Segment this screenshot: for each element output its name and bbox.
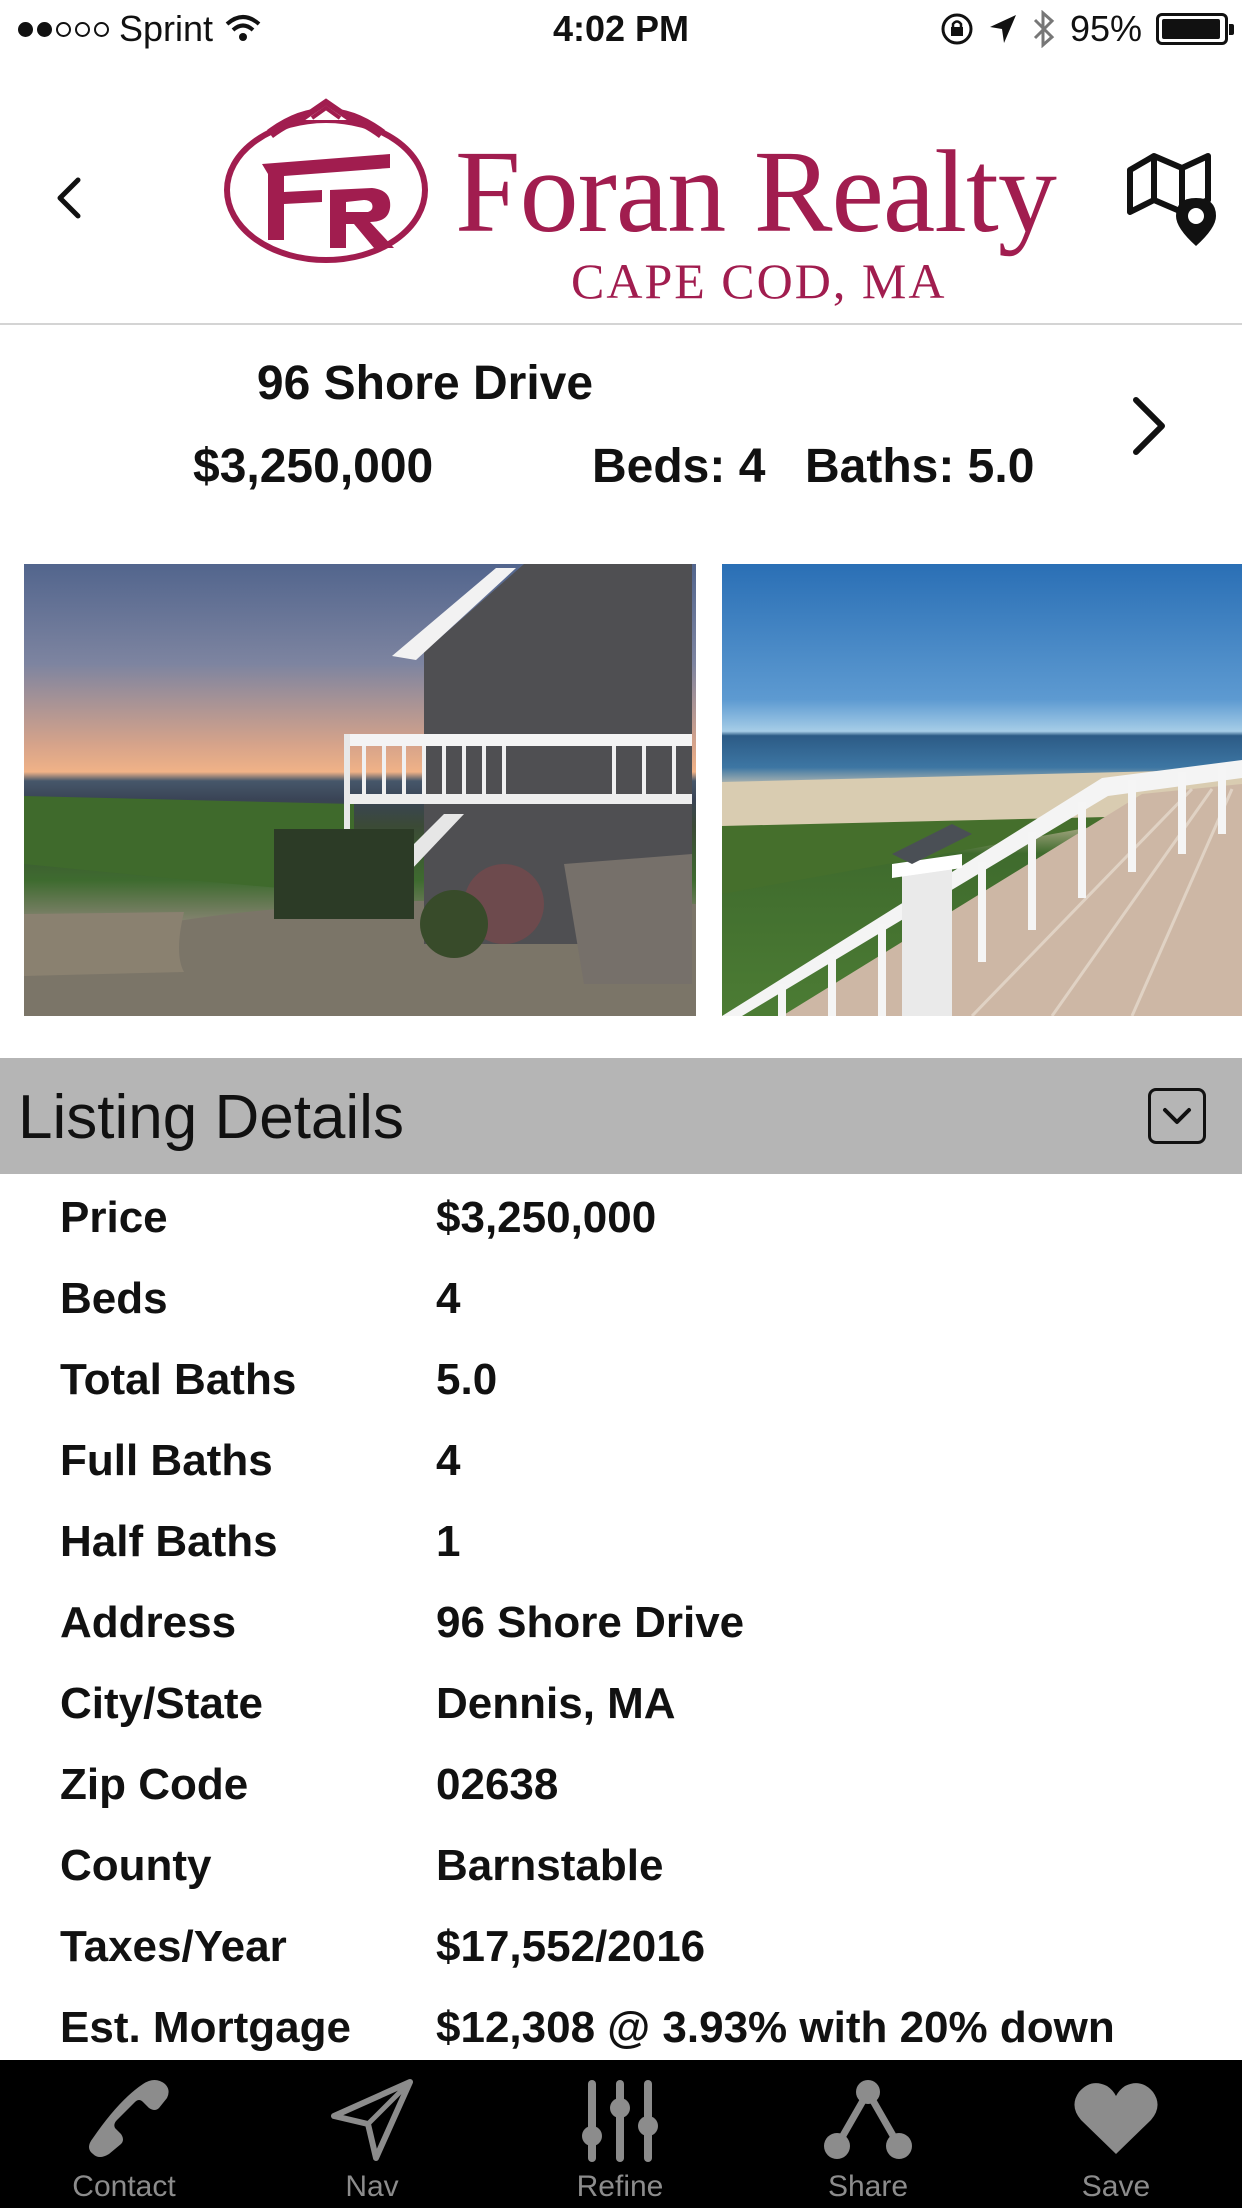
- back-button[interactable]: [44, 162, 94, 232]
- listing-summary: 96 Shore Drive $3,250,000 Beds: 4 Baths:…: [0, 326, 1242, 526]
- listing-price: $3,250,000: [193, 440, 434, 493]
- tab-share[interactable]: Share: [744, 2060, 992, 2208]
- detail-value: 4: [436, 1436, 461, 1485]
- listing-baths: Baths: 5.0: [805, 440, 1035, 493]
- detail-value: $12,308 @ 3.93% with 20% down: [436, 2003, 1115, 2052]
- tab-save[interactable]: Save: [992, 2060, 1240, 2208]
- brand-logo-icon: [224, 98, 428, 263]
- tab-refine[interactable]: Refine: [496, 2060, 744, 2208]
- detail-row-half-baths: Half Baths 1: [0, 1499, 1242, 1580]
- detail-row-full-baths: Full Baths 4: [0, 1418, 1242, 1499]
- phone-icon: [89, 2080, 169, 2157]
- detail-label: Address: [60, 1598, 237, 1647]
- listing-photo-deck[interactable]: [722, 564, 1242, 1016]
- detail-value: 96 Shore Drive: [436, 1598, 745, 1647]
- detail-value: 5.0: [436, 1355, 498, 1404]
- bluetooth-icon: [1033, 10, 1055, 48]
- detail-value: Dennis, MA: [436, 1679, 676, 1728]
- tab-label: Save: [1081, 2170, 1151, 2203]
- deck-illustration: [722, 760, 1242, 1016]
- chevron-down-icon: [1163, 1108, 1191, 1124]
- detail-value: 4: [436, 1274, 461, 1323]
- detail-label: City/State: [60, 1679, 263, 1728]
- sliders-icon: [582, 2080, 658, 2162]
- detail-label: Full Baths: [60, 1436, 273, 1485]
- location-arrow-icon: [989, 15, 1016, 43]
- detail-value: $17,552/2016: [436, 1922, 706, 1971]
- map-pin-icon[interactable]: [1124, 142, 1224, 252]
- orientation-lock-icon: [941, 13, 973, 45]
- detail-value: $3,250,000: [436, 1193, 657, 1242]
- listing-address: 96 Shore Drive: [256, 357, 594, 410]
- share-icon: [824, 2080, 912, 2159]
- detail-value: 02638: [436, 1760, 559, 1809]
- tab-label: Share: [827, 2170, 909, 2203]
- navigation-arrow-icon: [331, 2079, 413, 2161]
- collapse-toggle-button[interactable]: [1148, 1088, 1206, 1144]
- heart-icon: [1074, 2083, 1158, 2154]
- brand-location: CAPE COD, MA: [571, 253, 947, 309]
- app-header: Foran Realty CAPE COD, MA: [0, 62, 1242, 325]
- detail-label: Taxes/Year: [60, 1922, 287, 1971]
- detail-row-taxes: Taxes/Year $17,552/2016: [0, 1904, 1242, 1985]
- detail-label: Beds: [60, 1274, 168, 1323]
- tab-contact[interactable]: Contact: [0, 2060, 248, 2208]
- detail-label: Zip Code: [60, 1760, 249, 1809]
- detail-row-price: Price $3,250,000: [0, 1175, 1242, 1256]
- tab-label: Nav: [345, 2170, 399, 2203]
- bottom-tab-bar: Contact Nav Refine Share Save: [0, 2060, 1242, 2208]
- listing-beds: Beds: 4: [592, 440, 766, 493]
- detail-label: Total Baths: [60, 1355, 297, 1404]
- detail-row-city-state: City/State Dennis, MA: [0, 1661, 1242, 1742]
- listing-details-header[interactable]: Listing Details: [0, 1058, 1242, 1174]
- status-right: 95%: [940, 8, 1234, 50]
- tab-label: Contact: [72, 2170, 176, 2203]
- house-illustration: [24, 564, 696, 1016]
- detail-row-county: County Barnstable: [0, 1823, 1242, 1904]
- tab-nav[interactable]: Nav: [248, 2060, 496, 2208]
- detail-row-est-mortgage: Est. Mortgage $12,308 @ 3.93% with 20% d…: [0, 1985, 1242, 2066]
- battery-icon: [1156, 13, 1234, 45]
- detail-label: Half Baths: [60, 1517, 278, 1566]
- detail-value: 1: [436, 1517, 461, 1566]
- battery-percentage: 95%: [1069, 8, 1142, 49]
- detail-row-address: Address 96 Shore Drive: [0, 1580, 1242, 1661]
- detail-row-zip-code: Zip Code 02638: [0, 1742, 1242, 1823]
- detail-row-beds: Beds 4: [0, 1256, 1242, 1337]
- listing-details-title: Listing Details: [18, 1083, 404, 1152]
- detail-label: County: [60, 1841, 212, 1890]
- detail-row-total-baths: Total Baths 5.0: [0, 1337, 1242, 1418]
- tab-label: Refine: [576, 2170, 664, 2203]
- detail-label: Est. Mortgage: [60, 2003, 351, 2052]
- status-bar: Sprint 4:02 PM 95%: [0, 0, 1242, 62]
- next-listing-button[interactable]: [1120, 386, 1180, 466]
- detail-label: Price: [60, 1193, 168, 1242]
- detail-value: Barnstable: [436, 1841, 664, 1890]
- listing-photo-house[interactable]: [24, 564, 696, 1016]
- brand-name: Foran Realty: [455, 126, 1057, 257]
